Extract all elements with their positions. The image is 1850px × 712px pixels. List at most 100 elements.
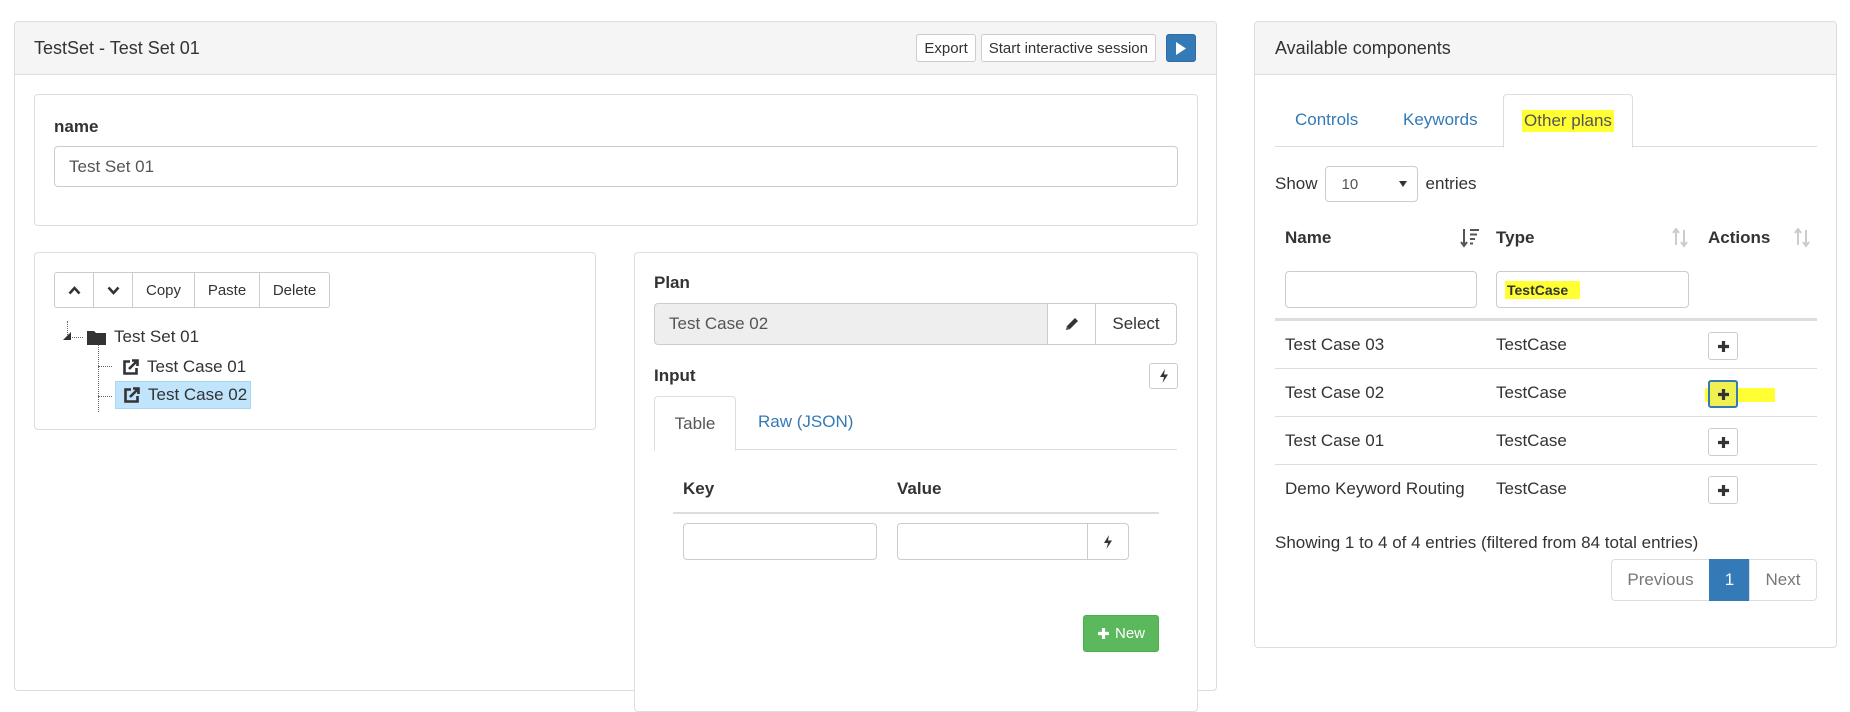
lightning-icon [1103, 534, 1113, 549]
plus-icon [1717, 484, 1730, 497]
pagination-page-1[interactable]: 1 [1709, 559, 1750, 601]
select-plan-button[interactable]: Select [1095, 303, 1177, 345]
move-up-button[interactable] [54, 272, 94, 308]
tree-node-label: Test Set 01 [114, 327, 200, 346]
tree-section: Copy Paste Delete Test Set 01 Test Case … [34, 252, 596, 430]
plus-icon [1097, 627, 1110, 640]
input-label: Input [654, 366, 696, 385]
row-name: Test Case 03 [1285, 335, 1385, 354]
tab-raw-json[interactable]: Raw (JSON) [758, 412, 853, 432]
table-row: Demo Keyword Routing TestCase [1275, 465, 1817, 513]
add-component-button[interactable] [1708, 476, 1738, 504]
tree-toolbar: Copy Paste Delete [54, 272, 330, 308]
row-name: Demo Keyword Routing [1285, 479, 1465, 498]
input-tabs: Table Raw (JSON) [654, 396, 1177, 451]
sort-both-icon [1671, 228, 1691, 250]
lightning-icon [1159, 369, 1169, 383]
components-panel: Available components Controls Keywords O… [1254, 21, 1837, 648]
tree-node-label: Test Case 02 [148, 385, 248, 404]
tree-line [98, 366, 112, 367]
edit-plan-button[interactable] [1047, 303, 1096, 345]
tab-controls[interactable]: Controls [1295, 110, 1358, 130]
tree-node-child-selected[interactable]: Test Case 02 [115, 381, 252, 409]
show-label: Show [1275, 174, 1318, 193]
kv-header-key: Key [683, 479, 715, 498]
table-row: Test Case 03 TestCase [1275, 321, 1817, 369]
tab-keywords[interactable]: Keywords [1403, 110, 1478, 130]
key-input[interactable] [683, 523, 877, 560]
new-button[interactable]: New [1083, 615, 1159, 652]
components-tabs: Controls Keywords Other plans [1275, 94, 1817, 148]
chevron-down-icon [107, 286, 120, 295]
plus-icon [1717, 436, 1730, 449]
name-filter-input[interactable] [1285, 271, 1477, 308]
tab-other-plans-label: Other plans [1522, 110, 1614, 132]
export-button[interactable]: Export [916, 34, 976, 62]
pagination-next[interactable]: Next [1749, 559, 1817, 601]
name-section: name Test Set 01 [34, 94, 1198, 226]
external-link-icon [122, 358, 139, 376]
page-size-select[interactable]: 10 [1324, 166, 1418, 202]
tree-collapse-icon[interactable] [62, 331, 72, 341]
kv-header-value: Value [897, 479, 942, 498]
row-type: TestCase [1496, 383, 1567, 402]
row-type: TestCase [1496, 479, 1567, 498]
page-size-value: 10 [1341, 175, 1359, 193]
page-size-control: Show 10 entries [1275, 166, 1477, 202]
play-icon [1175, 41, 1187, 55]
components-header: Available components [1255, 22, 1836, 75]
value-input[interactable] [897, 523, 1088, 560]
plan-input-group: Test Case 02 Select [654, 303, 1177, 345]
name-input[interactable]: Test Set 01 [54, 146, 1178, 187]
value-dynamic-button[interactable] [1087, 523, 1129, 560]
row-name: Test Case 01 [1285, 431, 1385, 450]
table-row: Test Case 01 TestCase [1275, 417, 1817, 465]
new-button-label: New [1114, 625, 1145, 642]
external-link-icon [123, 386, 140, 404]
copy-button[interactable]: Copy [132, 272, 195, 308]
table-row: Test Case 02 TestCase [1275, 369, 1817, 417]
run-button[interactable] [1166, 34, 1196, 62]
editor-header: TestSet - Test Set 01 Export Start inter… [15, 22, 1216, 75]
plan-label: Plan [654, 273, 690, 292]
chevron-up-icon [68, 285, 81, 295]
row-name: Test Case 02 [1285, 383, 1385, 402]
add-component-button[interactable] [1708, 332, 1738, 360]
table-info: Showing 1 to 4 of 4 entries (filtered fr… [1275, 533, 1699, 552]
pencil-icon [1064, 316, 1080, 332]
move-down-button[interactable] [93, 272, 133, 308]
plus-icon [1717, 340, 1730, 353]
sort-desc-icon [1460, 228, 1480, 250]
sort-both-icon [1793, 228, 1813, 250]
col-header-actions[interactable]: Actions [1708, 228, 1818, 254]
delete-button[interactable]: Delete [259, 272, 330, 308]
type-filter-value: TestCase [1505, 280, 1581, 299]
paste-button[interactable]: Paste [194, 272, 260, 308]
add-component-button[interactable] [1708, 380, 1738, 408]
start-interactive-session-button[interactable]: Start interactive session [980, 34, 1156, 62]
add-component-button[interactable] [1708, 428, 1738, 456]
kv-header-border [673, 512, 1159, 514]
dynamic-toggle-button[interactable] [1149, 363, 1178, 389]
tree-node-root[interactable]: Test Set 01 [87, 325, 199, 349]
pagination-previous[interactable]: Previous [1611, 559, 1710, 601]
plan-input[interactable]: Test Case 02 [654, 303, 1048, 345]
tree-node-label: Test Case 01 [147, 357, 247, 376]
col-header-type[interactable]: Type [1496, 228, 1696, 254]
components-title: Available components [1275, 37, 1451, 58]
pagination: Previous 1 Next [1611, 559, 1817, 601]
tree-node-child[interactable]: Test Case 01 [119, 354, 249, 380]
tree-line [98, 345, 99, 412]
type-filter-input[interactable]: TestCase [1496, 271, 1689, 308]
tree-line [98, 396, 112, 397]
caret-down-icon [1398, 181, 1407, 187]
plus-icon [1717, 388, 1730, 401]
folder-icon [87, 329, 106, 345]
tab-other-plans[interactable]: Other plans [1503, 94, 1633, 148]
name-label: name [54, 117, 99, 136]
editor-title: TestSet - Test Set 01 [34, 37, 200, 58]
entries-label: entries [1425, 174, 1477, 193]
col-header-name[interactable]: Name [1285, 228, 1485, 254]
plan-section: Plan Test Case 02 Select Input Table Raw… [634, 252, 1198, 712]
tab-table[interactable]: Table [654, 396, 736, 451]
